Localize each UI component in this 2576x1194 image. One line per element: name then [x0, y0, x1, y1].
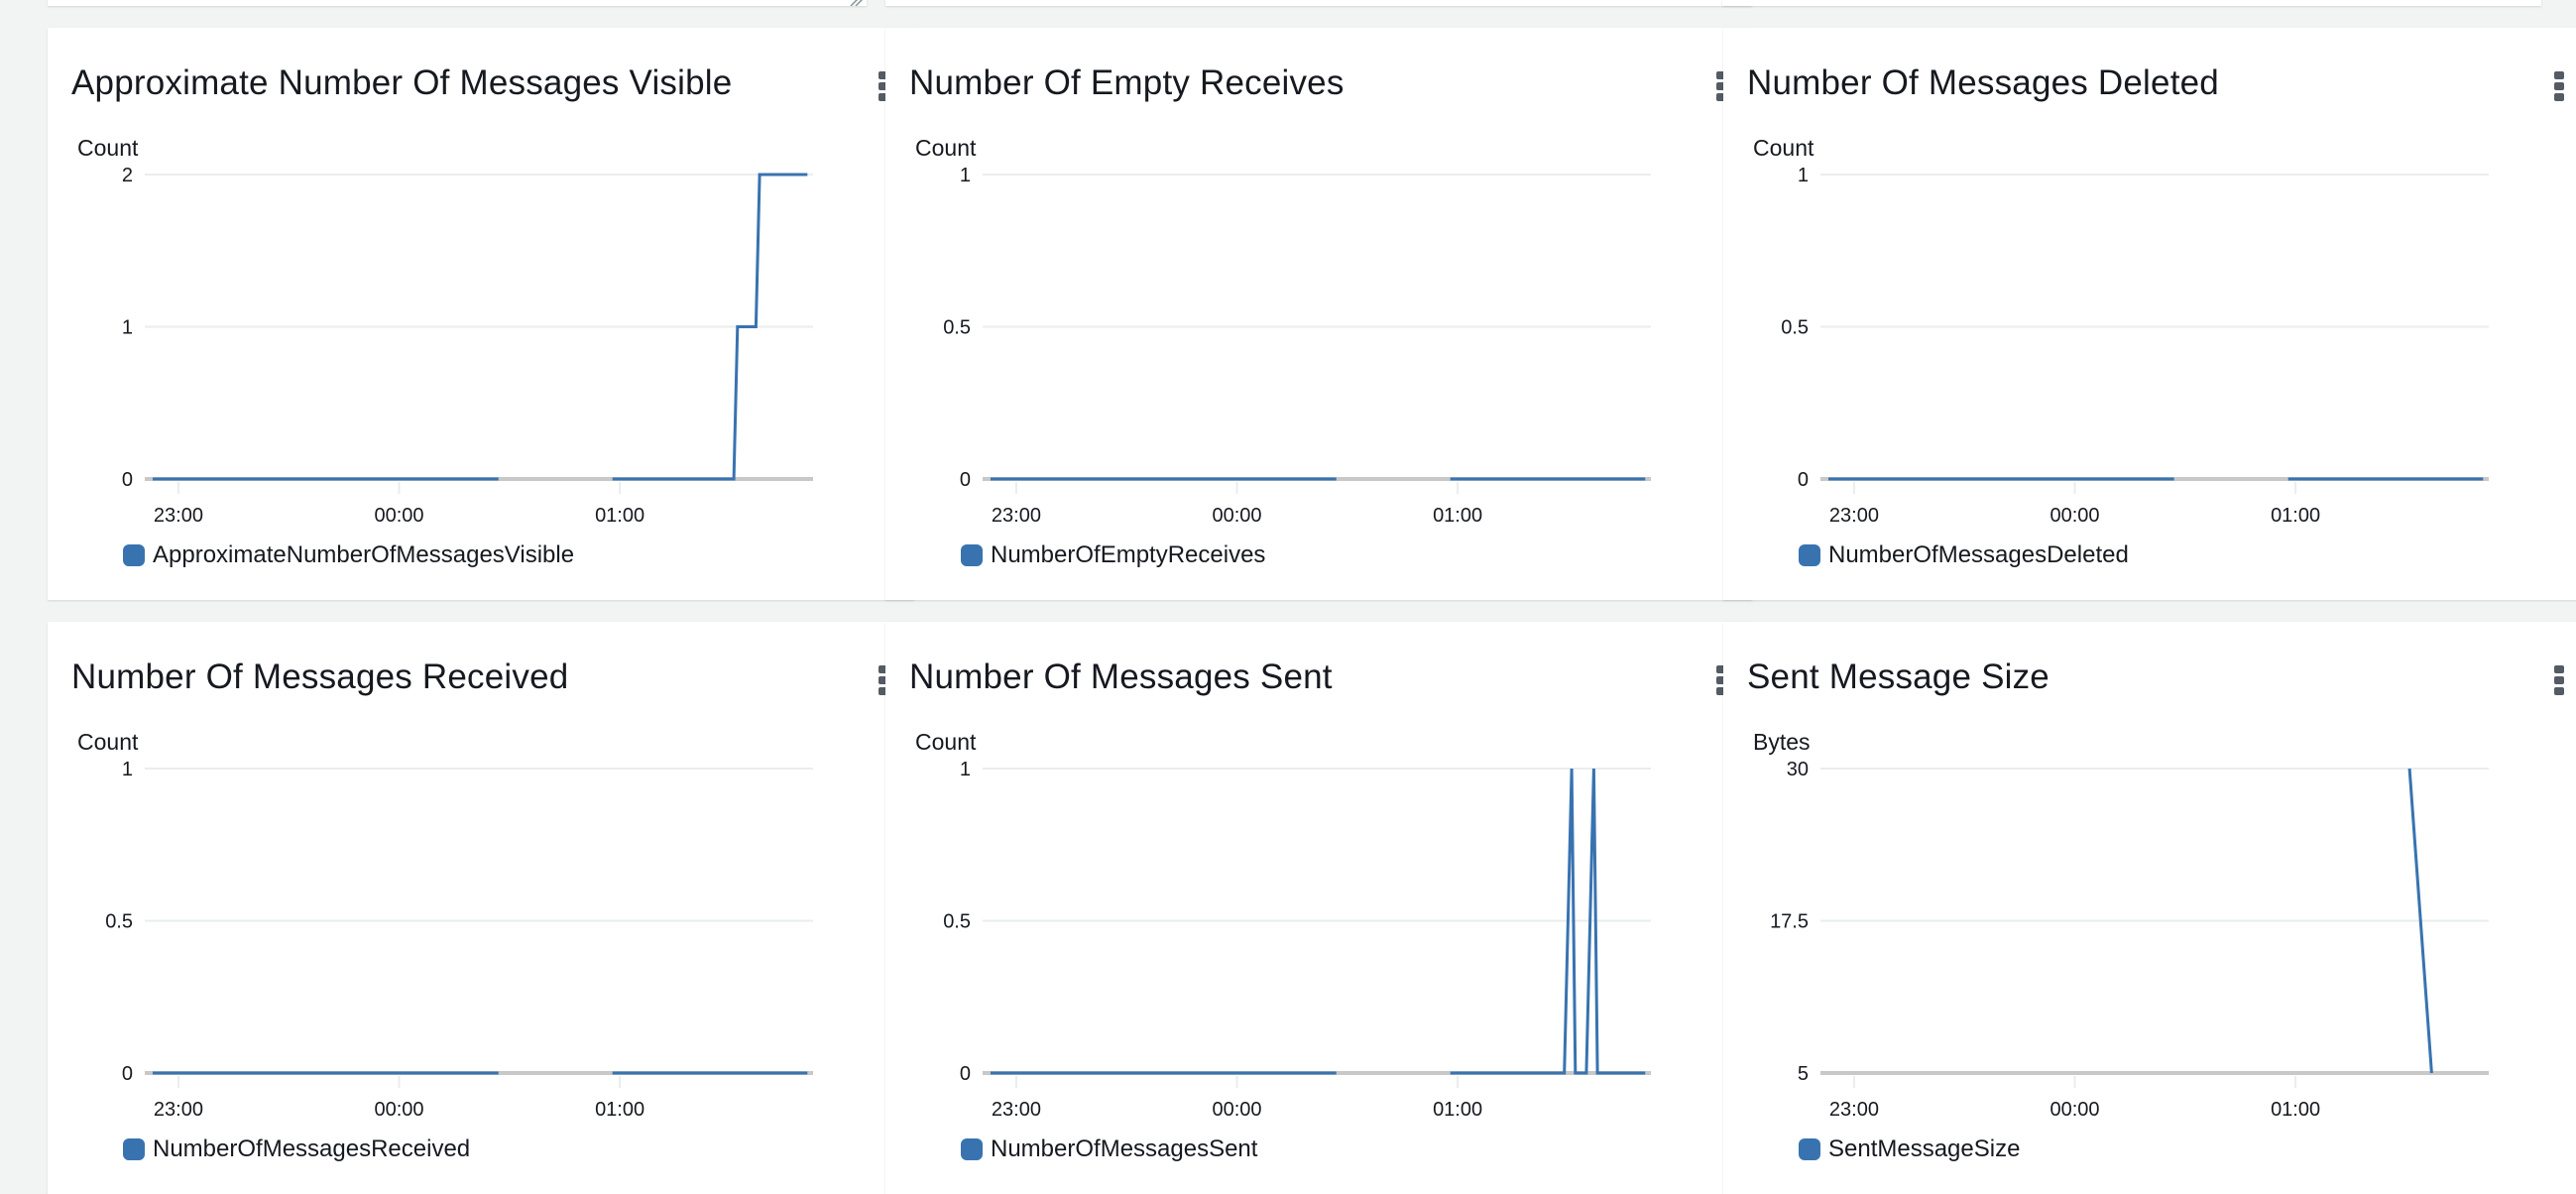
legend-item[interactable]: NumberOfEmptyReceives [961, 541, 1265, 569]
legend-label: NumberOfMessagesReceived [153, 1135, 471, 1162]
legend-label: NumberOfEmptyReceives [991, 541, 1266, 568]
y-tick-label: 0 [960, 1063, 971, 1085]
x-tick-label: 01:00 [1433, 1099, 1482, 1121]
legend-item[interactable]: ApproximateNumberOfMessagesVisible [123, 541, 574, 569]
line-chart: 5 17.5 30 23:00 00:00 01:00 [1770, 759, 2489, 1121]
legend-item[interactable]: NumberOfMessagesSent [961, 1135, 1257, 1163]
legend-item[interactable]: NumberOfMessagesReceived [123, 1135, 470, 1163]
line-chart: 0 0.5 1 23:00 00:00 01:00 [1781, 165, 2489, 527]
x-tick-label: 23:00 [154, 505, 203, 527]
widget-messages-visible: Approximate Number Of Messages Visible C… [48, 28, 914, 600]
y-tick-label: 0.5 [1781, 317, 1809, 339]
legend-swatch [961, 1138, 983, 1160]
x-tick-label: 01:00 [2271, 505, 2320, 527]
y-tick-label: 0.5 [105, 911, 133, 933]
x-tick-label: 23:00 [154, 1099, 203, 1121]
x-tick-label: 01:00 [595, 505, 644, 527]
legend-swatch [1799, 1138, 1820, 1160]
widget-messages-received: Number Of Messages Received Count 0 0.5 1 2… [48, 622, 914, 1194]
y-tick-label: 0 [122, 1063, 133, 1085]
x-tick-label: 00:00 [2050, 505, 2100, 527]
y-tick-label: 0 [1798, 469, 1809, 491]
legend-label: ApproximateNumberOfMessagesVisible [153, 541, 575, 568]
x-tick-label: 00:00 [375, 1099, 424, 1121]
widget-messages-sent: Number Of Messages Sent Count 0 0.5 1 23:00… [885, 622, 1752, 1194]
y-tick-label: 30 [1787, 759, 1809, 780]
x-tick-label: 23:00 [1829, 505, 1879, 527]
x-tick-label: 23:00 [1829, 1099, 1879, 1121]
x-tick-label: 00:00 [375, 505, 424, 527]
legend-item[interactable]: NumberOfMessagesDeleted [1799, 541, 2129, 569]
y-tick-label: 1 [122, 317, 133, 339]
y-tick-label: 0.5 [943, 317, 971, 339]
x-tick-label: 23:00 [992, 505, 1041, 527]
y-tick-label: 1 [960, 759, 971, 780]
y-tick-label: 17.5 [1770, 911, 1809, 933]
x-tick-label: 00:00 [2050, 1099, 2100, 1121]
x-tick-label: 01:00 [2271, 1099, 2320, 1121]
line-chart: 0 0.5 1 23:00 00:00 01:00 [943, 759, 1651, 1121]
line-chart: 0 0.5 1 23:00 00:00 01:00 [943, 165, 1651, 527]
y-tick-label: 0 [122, 469, 133, 491]
x-tick-label: 23:00 [992, 1099, 1041, 1121]
legend-swatch [123, 544, 145, 566]
x-tick-label: 01:00 [595, 1099, 644, 1121]
legend-label: NumberOfMessagesSent [991, 1135, 1258, 1162]
legend-swatch [123, 1138, 145, 1160]
line-chart: 0 0.5 1 23:00 00:00 01:00 [105, 759, 813, 1121]
y-tick-label: 5 [1798, 1063, 1809, 1085]
legend-label: NumberOfMessagesDeleted [1828, 541, 2129, 568]
y-tick-label: 1 [960, 165, 971, 186]
top-widget-fragment-3b [1722, 0, 2541, 6]
y-tick-label: 2 [122, 165, 133, 186]
legend-item[interactable]: SentMessageSize [1799, 1135, 2020, 1163]
top-widget-fragment-2 [885, 0, 1752, 6]
x-tick-label: 00:00 [1213, 505, 1262, 527]
widget-empty-receives: Number Of Empty Receives Count 0 0.5 1 23:0… [885, 28, 1752, 600]
legend-swatch [1799, 544, 1820, 566]
widget-messages-deleted: Number Of Messages Deleted Count 0 0.5 1 23… [1723, 28, 2576, 600]
widget-sent-message-size: Sent Message Size Bytes 5 17.5 30 23:00 00:0… [1723, 622, 2576, 1194]
x-tick-label: 01:00 [1433, 505, 1482, 527]
resize-handle-icon[interactable] [847, 0, 865, 6]
y-tick-label: 1 [122, 759, 133, 780]
line-chart: 0 1 2 23:00 00:00 01:00 [122, 165, 813, 527]
y-tick-label: 0 [960, 469, 971, 491]
y-tick-label: 0.5 [943, 911, 971, 933]
y-tick-label: 1 [1798, 165, 1809, 186]
legend-swatch [961, 544, 983, 566]
top-widget-fragment-1 [48, 0, 867, 6]
x-tick-label: 00:00 [1213, 1099, 1262, 1121]
legend-label: SentMessageSize [1828, 1135, 2021, 1162]
